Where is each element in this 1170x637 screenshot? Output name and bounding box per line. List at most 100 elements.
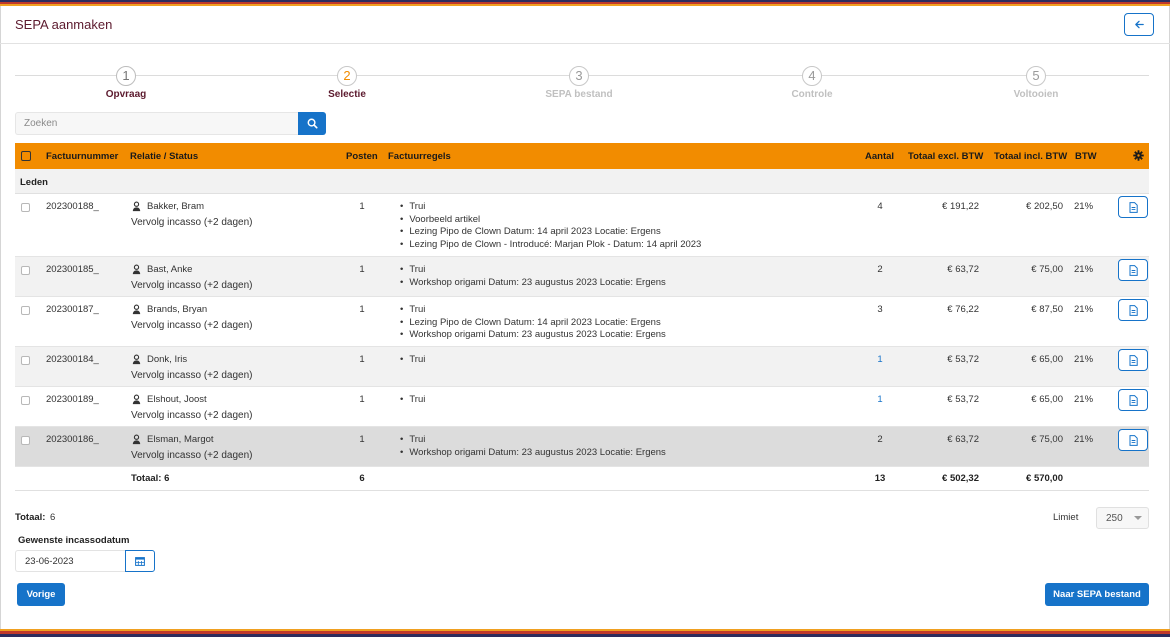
invoice-line: Workshop origami Datum: 23 augustus 2023… (400, 447, 665, 460)
invoice-line: Lezing Pipo de Clown Datum: 14 april 202… (400, 317, 666, 330)
view-invoice-button[interactable] (1118, 349, 1148, 371)
search-icon (307, 118, 318, 129)
search-input[interactable] (15, 112, 298, 135)
total-excl-value: € 63,72 (947, 264, 979, 275)
select-all-checkbox[interactable] (21, 151, 31, 161)
posten-value: 1 (359, 354, 365, 365)
search-bar (15, 112, 326, 135)
posten-value: 1 (359, 394, 365, 405)
total-incl-value: € 202,50 (1026, 201, 1063, 212)
btw-value: 21% (1074, 394, 1094, 405)
totals-excl: € 502,32 (942, 473, 979, 484)
btw-value: 21% (1074, 304, 1094, 315)
invoice-lines: Trui (400, 394, 425, 407)
person-icon (132, 354, 141, 365)
totals-row: Totaal: 6 6 13 € 502,32 € 570,00 (15, 467, 1149, 491)
table-row[interactable]: 202300186_ Elsman, Margot Vervolg incass… (15, 427, 1149, 467)
header-relatie[interactable]: Relatie / Status (130, 151, 198, 162)
table-row[interactable]: 202300185_ Bast, Anke Vervolg incasso (+… (15, 257, 1149, 297)
invoice-lines: Trui (400, 354, 425, 367)
document-icon (1129, 435, 1138, 446)
invoice-number: 202300186_ (46, 434, 99, 445)
relation-status: Vervolg incasso (+2 dagen) (131, 450, 253, 461)
btw-value: 21% (1074, 354, 1094, 365)
invoice-line: Workshop origami Datum: 23 augustus 2023… (400, 277, 665, 290)
header-factuurnummer[interactable]: Factuurnummer (46, 151, 118, 162)
step-number: 2 (337, 66, 357, 86)
total-excl-value: € 191,22 (942, 201, 979, 212)
table-row[interactable]: 202300188_ Bakker, Bram Vervolg incasso … (15, 194, 1149, 257)
btw-value: 21% (1074, 434, 1094, 445)
row-checkbox[interactable] (21, 436, 30, 445)
date-picker-button[interactable] (125, 550, 155, 572)
person-icon (132, 304, 141, 315)
totals-label: Totaal: 6 (131, 473, 170, 484)
row-checkbox[interactable] (21, 356, 30, 365)
wizard-steps: 1 Opvraag 2 Selectie 3 SEPA bestand 4 Co… (15, 66, 1149, 102)
table-row[interactable]: 202300189_ Elshout, Joost Vervolg incass… (15, 387, 1149, 427)
relation-status: Vervolg incasso (+2 dagen) (131, 320, 253, 331)
table-row[interactable]: 202300184_ Donk, Iris Vervolg incasso (+… (15, 347, 1149, 387)
step-number: 4 (802, 66, 822, 86)
back-button[interactable] (1124, 13, 1154, 36)
row-checkbox[interactable] (21, 306, 30, 315)
invoice-line: Trui (400, 434, 666, 447)
header-excl[interactable]: Totaal excl. BTW (908, 151, 983, 162)
relation-name[interactable]: Elshout, Joost (147, 394, 207, 405)
total-incl-value: € 87,50 (1031, 304, 1063, 315)
total-incl-value: € 65,00 (1031, 354, 1063, 365)
header-incl[interactable]: Totaal incl. BTW (994, 151, 1067, 162)
group-label: Leden (20, 177, 48, 188)
next-sepa-button[interactable]: Naar SEPA bestand (1045, 583, 1149, 606)
page-header: SEPA aanmaken (0, 6, 1170, 44)
relation-name[interactable]: Elsman, Margot (147, 434, 214, 445)
view-invoice-button[interactable] (1118, 299, 1148, 321)
row-checkbox[interactable] (21, 266, 30, 275)
gear-icon[interactable] (1133, 150, 1144, 161)
step-label: SEPA bestand (545, 89, 613, 100)
search-button[interactable] (298, 112, 326, 135)
view-invoice-button[interactable] (1118, 259, 1148, 281)
step-label: Voltooien (1013, 89, 1059, 100)
date-input[interactable]: 23-06-2023 (15, 550, 126, 572)
step-opvraag[interactable]: 1 Opvraag (71, 66, 181, 100)
aantal-value[interactable]: 1 (873, 354, 887, 365)
person-icon (132, 201, 141, 212)
aantal-value: 2 (877, 434, 883, 445)
header-posten[interactable]: Posten (346, 151, 378, 162)
relation-name[interactable]: Brands, Bryan (147, 304, 207, 315)
step-sepa-bestand[interactable]: 3 SEPA bestand (524, 66, 634, 100)
step-controle[interactable]: 4 Controle (757, 66, 867, 100)
aantal-value: 4 (877, 201, 883, 212)
chevron-down-icon (1134, 516, 1142, 520)
relation-name[interactable]: Bakker, Bram (147, 201, 204, 212)
relation-name[interactable]: Bast, Anke (147, 264, 192, 275)
view-invoice-button[interactable] (1118, 196, 1148, 218)
step-number: 5 (1026, 66, 1046, 86)
row-checkbox[interactable] (21, 396, 30, 405)
view-invoice-button[interactable] (1118, 429, 1148, 451)
btw-value: 21% (1074, 201, 1094, 212)
relation-name[interactable]: Donk, Iris (147, 354, 187, 365)
posten-value: 1 (359, 201, 365, 212)
invoice-line: Trui (400, 394, 425, 407)
step-voltooien[interactable]: 5 Voltooien (981, 66, 1091, 100)
view-invoice-button[interactable] (1118, 389, 1148, 411)
aantal-value[interactable]: 1 (873, 394, 887, 405)
btw-value: 21% (1074, 264, 1094, 275)
header-aantal[interactable]: Aantal (865, 151, 894, 162)
date-label: Gewenste incassodatum (18, 535, 130, 546)
invoice-line: Voorbeeld artikel (400, 214, 701, 227)
previous-button[interactable]: Vorige (17, 583, 65, 606)
table-row[interactable]: 202300187_ Brands, Bryan Vervolg incasso… (15, 297, 1149, 347)
relation-status: Vervolg incasso (+2 dagen) (131, 280, 253, 291)
total-excl-value: € 76,22 (947, 304, 979, 315)
invoice-number: 202300188_ (46, 201, 99, 212)
relation-cell: Brands, Bryan Vervolg incasso (+2 dagen) (131, 304, 252, 331)
totals-incl: € 570,00 (1026, 473, 1063, 484)
header-btw[interactable]: BTW (1075, 151, 1097, 162)
header-factuurregels[interactable]: Factuurregels (388, 151, 451, 162)
row-checkbox[interactable] (21, 203, 30, 212)
step-selectie[interactable]: 2 Selectie (292, 66, 402, 100)
aantal-value: 2 (877, 264, 883, 275)
